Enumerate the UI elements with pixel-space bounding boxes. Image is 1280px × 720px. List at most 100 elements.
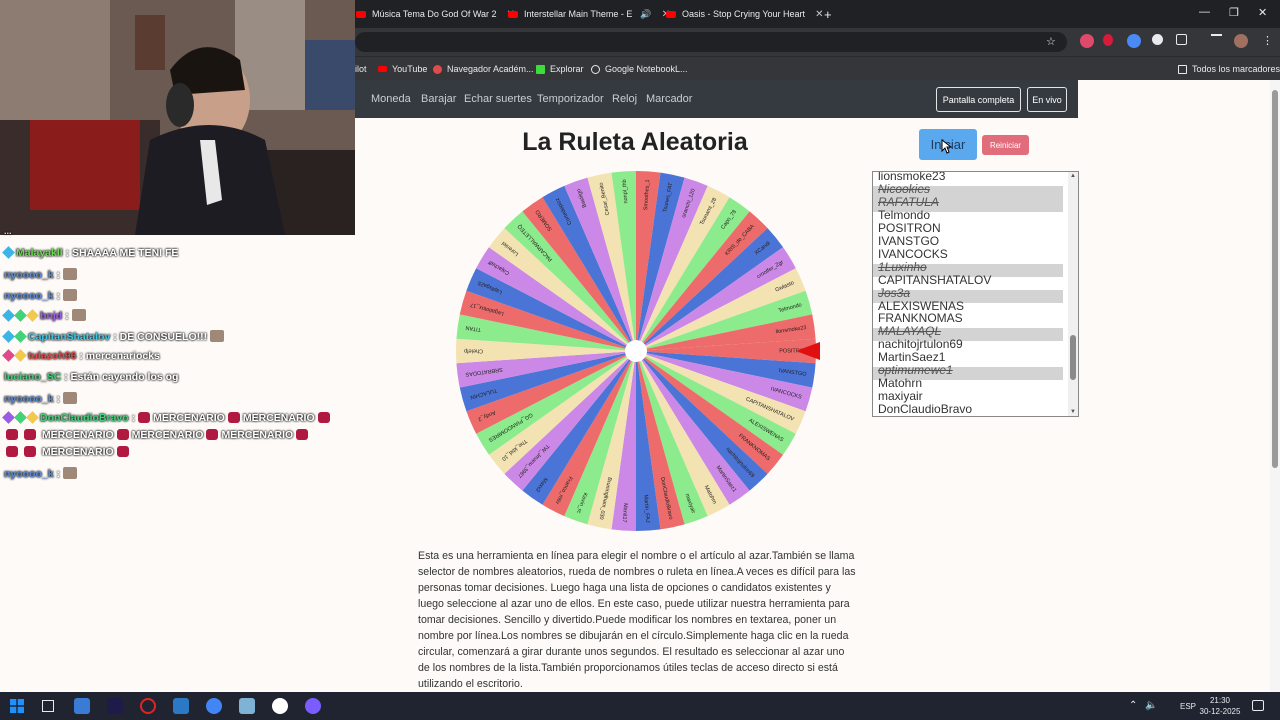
youtube-icon [666, 10, 676, 18]
all-bookmarks[interactable]: Todos los marcadores [1178, 61, 1280, 77]
reset-button[interactable]: Reiniciar [982, 135, 1029, 155]
chat-badge-icon [14, 411, 27, 424]
translate-icon[interactable] [1127, 34, 1141, 48]
page-scroll-thumb[interactable] [1272, 90, 1278, 468]
chat-username[interactable]: nyoooo_k [4, 269, 54, 281]
app-icon[interactable] [173, 698, 189, 714]
nav-marcador[interactable]: Marcador [646, 93, 692, 105]
app-icon[interactable] [107, 698, 123, 714]
chat-message: nyoooo_k : [4, 392, 78, 405]
tray-chevron-icon[interactable]: ⌃ [1129, 700, 1137, 711]
minimize-button[interactable]: — [1199, 6, 1210, 18]
nav-echar-suertes[interactable]: Echar suertes [464, 93, 532, 105]
media-icon[interactable] [1211, 34, 1222, 42]
chat-badge-icon [2, 349, 15, 362]
chat-username[interactable]: nyoooo_k [4, 290, 54, 302]
close-tab-icon[interactable]: ✕ [815, 9, 823, 20]
nav-moneda[interactable]: Moneda [371, 93, 411, 105]
name-entry-struck: Jos3a [878, 285, 911, 300]
avatar[interactable] [1234, 34, 1248, 48]
youtube-icon [378, 66, 387, 72]
opera-icon[interactable] [140, 698, 156, 714]
chat-badge-icon [2, 330, 15, 343]
name-entry: DonClaudioBravo [878, 402, 973, 417]
name-entry-struck: 1Luxinho [878, 259, 927, 274]
bookmark-explorar[interactable]: Explorar [536, 61, 584, 77]
emote-icon [116, 446, 129, 457]
after-effects-icon[interactable] [74, 698, 90, 714]
name-entry-struck: RAFATULA [878, 194, 939, 209]
chat-text: MERCENARIO [131, 429, 204, 441]
chat-username[interactable]: DonClaudioBravo [40, 412, 129, 424]
clock-date[interactable]: 30-12-2025 [1198, 707, 1242, 716]
language-indicator[interactable]: ESP [1180, 702, 1196, 711]
emote-icon [138, 412, 151, 423]
scroll-down-icon[interactable]: ▼ [1070, 409, 1076, 415]
bookmark-item[interactable]: ilot [355, 61, 367, 77]
emote-icon [24, 446, 36, 457]
app-icon[interactable] [305, 698, 321, 714]
chat-text: : Están cayendo los og [61, 371, 179, 383]
bookmark-navegador[interactable]: Navegador Académ... [433, 61, 534, 77]
chat-message: Malayakll : SHAAAA ME TENI FE [2, 246, 178, 259]
fullscreen-button[interactable]: Pantalla completa [936, 87, 1021, 112]
description-text: Esta es una herramienta en línea para el… [418, 550, 856, 690]
close-window-button[interactable]: ✕ [1258, 6, 1267, 19]
bookmark-label: Explorar [550, 64, 584, 74]
new-tab-button[interactable]: + [824, 4, 832, 24]
youtube-icon [508, 10, 518, 18]
windows-taskbar: ⌃ 🔈 ESP 21:30 30-12-2025 [0, 692, 1280, 720]
url-field[interactable] [355, 32, 1067, 52]
names-scroll-thumb[interactable] [1070, 335, 1076, 380]
chat-text: : [62, 310, 69, 322]
scroll-up-icon[interactable]: ▲ [1070, 173, 1076, 179]
chat-username[interactable]: nyoooo_k [4, 468, 54, 480]
restore-button[interactable]: ❐ [1229, 6, 1239, 19]
chat-text: : [53, 393, 61, 405]
bookmark-youtube[interactable]: YouTube [378, 61, 427, 77]
notifications-icon[interactable] [1252, 700, 1264, 711]
task-view-icon[interactable] [42, 700, 54, 712]
chat-message: bnjd : [2, 309, 86, 322]
app-icon[interactable] [239, 698, 255, 714]
tab-god-of-war[interactable]: Música Tema Do God Of War 2 ✕ [356, 4, 515, 24]
names-textarea[interactable]: lionsmoke23 Nicookies RAFATULA Telmondo POSI… [872, 171, 1079, 417]
extension-icon[interactable] [1103, 34, 1113, 46]
name-entry: IVANCOCKS [878, 246, 948, 261]
obs-icon[interactable] [272, 698, 288, 714]
extension-icon[interactable] [1152, 34, 1163, 45]
star-icon[interactable]: ☆ [1046, 35, 1056, 48]
chat-username[interactable]: Malayakll [16, 247, 63, 259]
name-entry: IVANSTGO [878, 233, 940, 248]
clock-time[interactable]: 21:30 [1203, 696, 1237, 705]
wheel-hub [625, 340, 647, 362]
chat-badge-icon [26, 309, 39, 322]
nav-temporizador[interactable]: Temporizador [537, 93, 604, 105]
puzzle-icon[interactable] [1176, 34, 1187, 45]
tab-interstellar[interactable]: Interstellar Main Theme - E 🔊 ✕ [508, 4, 670, 24]
chat-username[interactable]: nyoooo_k [4, 393, 54, 405]
bookmark-label: YouTube [392, 64, 428, 74]
speaker-icon[interactable]: 🔊 [640, 9, 651, 20]
chat-username[interactable]: bnjd [40, 310, 62, 322]
emote-icon [63, 289, 78, 301]
chat-badge-icon [14, 349, 27, 362]
extension-icon[interactable] [1080, 34, 1094, 48]
tab-title: Interstellar Main Theme - E [524, 9, 633, 19]
chat-username[interactable]: luciano_SC [4, 371, 61, 383]
windows-start-icon[interactable] [10, 699, 24, 713]
menu-icon[interactable]: ⋮ [1262, 34, 1273, 47]
bookmark-notebooklm[interactable]: Google NotebookL... [591, 61, 688, 77]
roulette-wheel[interactable]: POSITRONIVANSTGOIVANCOCKSCAPITANSHATALOV… [450, 165, 822, 537]
emote-icon [296, 429, 309, 440]
chat-username[interactable]: CapitanShatalov [28, 331, 110, 343]
tab-title: Música Tema Do God Of War 2 [372, 9, 497, 19]
nav-barajar[interactable]: Barajar [421, 93, 456, 105]
volume-icon[interactable]: 🔈 [1145, 700, 1157, 711]
live-button[interactable]: En vivo [1027, 87, 1067, 112]
chrome-icon[interactable] [206, 698, 222, 714]
chat-username[interactable]: tulazoh96 [28, 350, 76, 362]
emote-icon [71, 309, 86, 321]
tab-oasis[interactable]: Oasis - Stop Crying Your Heart ✕ [666, 4, 823, 24]
nav-reloj[interactable]: Reloj [612, 93, 637, 105]
